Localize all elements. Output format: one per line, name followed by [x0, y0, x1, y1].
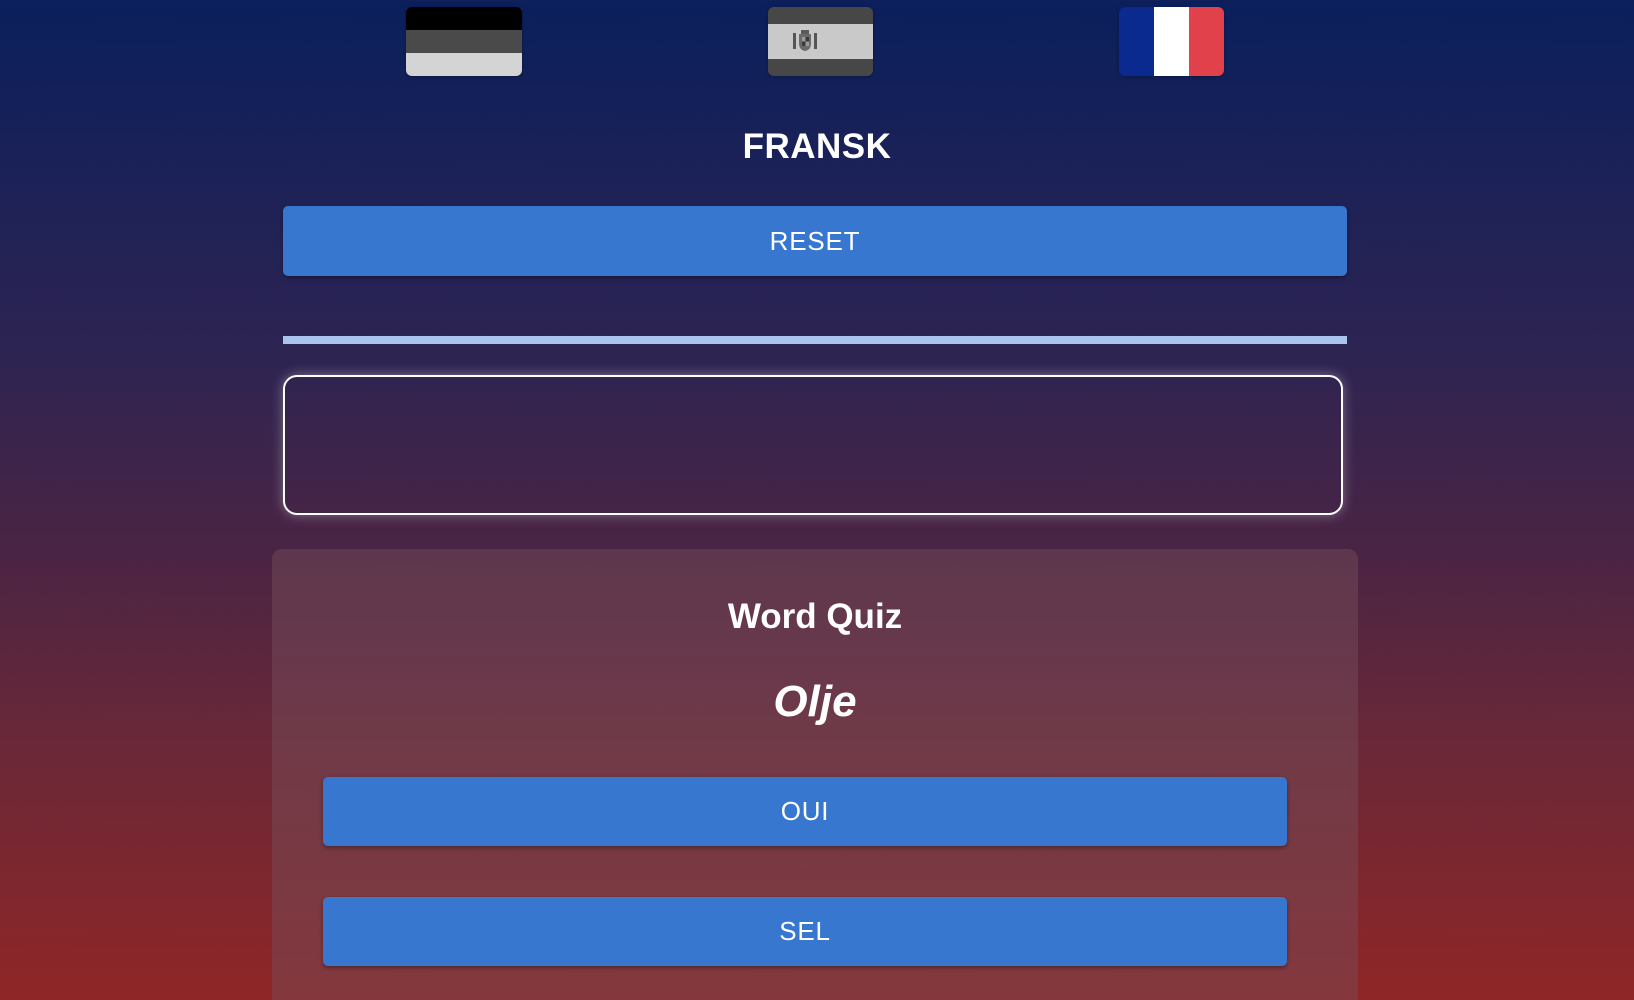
answer-input[interactable]	[283, 375, 1343, 515]
flag-stripe	[1154, 7, 1189, 76]
quiz-heading: Word Quiz	[727, 597, 903, 636]
progress-bar	[283, 336, 1347, 344]
flag-spanish[interactable]	[768, 7, 873, 76]
flag-stripe	[1189, 7, 1224, 76]
quiz-option-button[interactable]: SEL	[323, 897, 1287, 966]
flag-stripe	[768, 24, 873, 59]
coat-of-arms-icon	[793, 30, 817, 52]
flag-stripe	[406, 7, 522, 30]
flag-stripe	[768, 58, 873, 76]
progress-bar-fill	[283, 336, 1347, 344]
flag-stripe	[406, 53, 522, 76]
language-title: FRANSK	[742, 127, 892, 166]
quiz-word: Olje	[773, 677, 857, 726]
flag-stripe	[768, 7, 873, 25]
flag-french[interactable]	[1119, 7, 1224, 76]
quiz-panel: Word Quiz Olje OUI SEL	[272, 549, 1358, 1000]
flag-stripe	[406, 30, 522, 53]
quiz-option-button[interactable]: OUI	[323, 777, 1287, 846]
flag-stripe	[1119, 7, 1154, 76]
reset-button[interactable]: RESET	[283, 206, 1347, 276]
flag-german[interactable]	[406, 7, 522, 76]
